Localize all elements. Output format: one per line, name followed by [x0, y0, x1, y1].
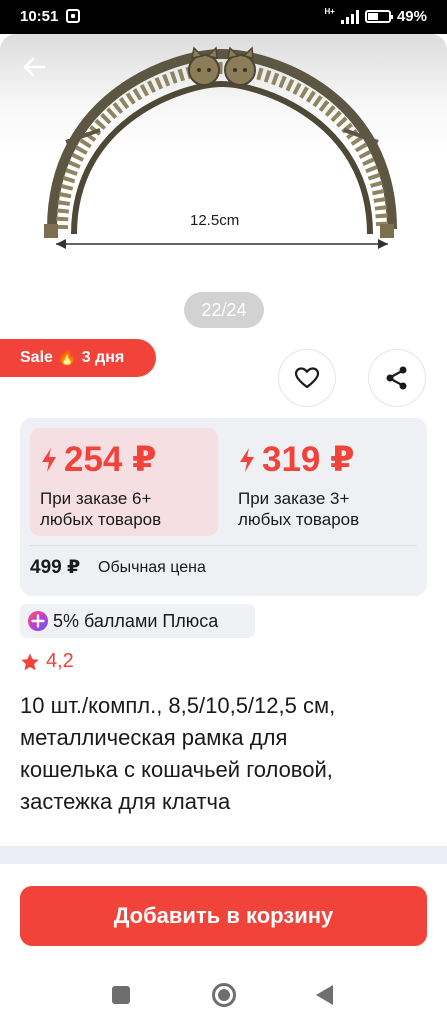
- battery-icon: [364, 10, 393, 23]
- image-counter: 22/24: [184, 292, 264, 328]
- sale-badge: Sale 🔥 3 дня: [0, 339, 156, 377]
- product-title-line: застежка для клатча: [20, 789, 231, 814]
- price-card: 254 ₽ При заказе 6+ любых товаров 319 ₽ …: [20, 418, 427, 596]
- price-option-6plus[interactable]: 254 ₽ При заказе 6+ любых товаров: [30, 428, 218, 536]
- rating[interactable]: 4,2: [20, 650, 74, 673]
- status-bar: 10:51 H+ 49%: [0, 0, 447, 34]
- product-title-line: кошелька с кошачьей головой,: [20, 757, 333, 782]
- lightning-icon: [240, 448, 254, 472]
- price-condition-line2: любых товаров: [40, 510, 162, 529]
- price-condition-line1: При заказе 3+: [238, 489, 350, 508]
- rating-value: 4,2: [46, 650, 74, 672]
- status-time: 10:51: [20, 8, 59, 25]
- signal-icon: [340, 9, 359, 24]
- home-icon[interactable]: [212, 983, 236, 1007]
- price-value: 319 ₽: [262, 440, 355, 479]
- battery-percent: 49%: [396, 8, 427, 25]
- price-amount: 319 ₽: [238, 442, 408, 478]
- plus-points-icon: [28, 611, 48, 631]
- product-title: 10 шт./компл., 8,5/10,5/12,5 см, металли…: [20, 690, 430, 818]
- status-indicators: H+ 49%: [324, 7, 427, 25]
- recent-apps-icon[interactable]: [112, 986, 130, 1004]
- heart-icon: [294, 367, 320, 389]
- dimension-label: 12.5cm: [190, 212, 240, 229]
- regular-price: 499 ₽: [30, 557, 81, 578]
- price-condition: При заказе 3+ любых товаров: [238, 488, 408, 530]
- product-title-line: 10 шт./компл., 8,5/10,5/12,5 см,: [20, 693, 336, 718]
- back-arrow-icon[interactable]: [18, 50, 52, 84]
- price-amount: 254 ₽: [40, 442, 208, 478]
- price-value: 254 ₽: [64, 440, 157, 479]
- app-notification-icon: [66, 9, 80, 23]
- plus-points-text: 5% баллами Плюса: [53, 610, 219, 631]
- share-button[interactable]: [368, 349, 426, 407]
- product-image: [44, 46, 397, 249]
- plus-points-chip[interactable]: 5% баллами Плюса: [20, 604, 255, 638]
- product-title-line: металлическая рамка для: [20, 725, 288, 750]
- price-condition-line2: любых товаров: [238, 510, 360, 529]
- lightning-icon: [42, 448, 56, 472]
- system-navigation-bar: [0, 964, 447, 1024]
- product-gallery[interactable]: 12.5cm 22/24: [0, 34, 447, 334]
- network-type: H+: [324, 7, 335, 16]
- price-option-3plus[interactable]: 319 ₽ При заказе 3+ любых товаров: [228, 428, 418, 536]
- back-triangle-icon[interactable]: [316, 985, 333, 1005]
- star-icon: [21, 653, 39, 670]
- divider: [30, 545, 417, 546]
- price-condition-line1: При заказе 6+: [40, 489, 152, 508]
- regular-price-label: Обычная цена: [98, 559, 206, 576]
- add-to-cart-button[interactable]: Добавить в корзину: [20, 886, 427, 946]
- section-divider: [0, 846, 447, 864]
- price-condition: При заказе 6+ любых товаров: [40, 488, 208, 530]
- share-icon: [386, 366, 407, 390]
- favorite-button[interactable]: [278, 349, 336, 407]
